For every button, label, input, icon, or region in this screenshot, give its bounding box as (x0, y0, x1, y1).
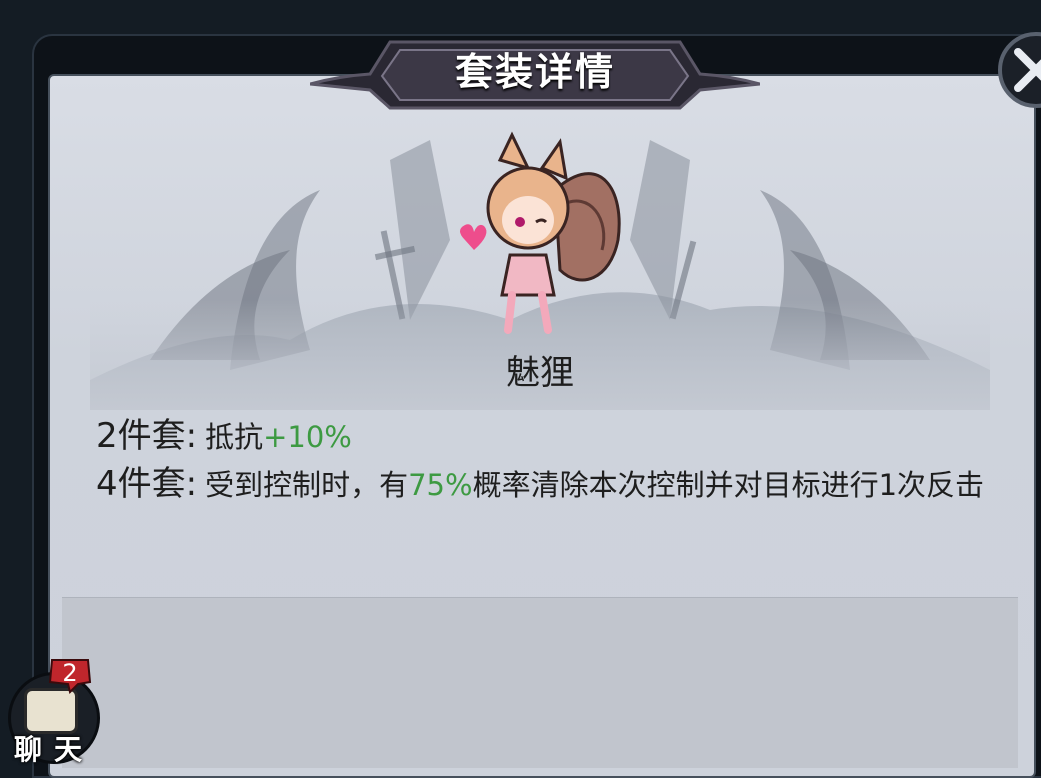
bonus-label: 4件套: (96, 464, 198, 504)
page-title: 套装详情 (454, 49, 615, 94)
bonus-desc: 受到控制时，有75%概率清除本次控制并对目标进行1次反击 (205, 468, 984, 502)
bonus-value: +10% (263, 420, 352, 454)
bonus-text-tail: 概率清除本次控制并对目标进行1次反击 (472, 468, 985, 502)
chat-label: 聊天 (14, 733, 95, 766)
chat-button[interactable]: 2 聊天 (0, 658, 110, 766)
close-button[interactable] (998, 30, 1041, 114)
close-x-icon (998, 32, 1041, 108)
bonus-label: 2件套: (96, 416, 198, 456)
set-name: 魅狸 (506, 353, 574, 393)
bonus-value: 75% (408, 468, 473, 502)
bonus-desc: 抵抗+10% (205, 420, 352, 454)
character-portrait-image (460, 131, 621, 334)
bonus-4-piece: 4件套: 受到控制时，有75%概率清除本次控制并对目标进行1次反击 (96, 460, 1016, 510)
bonus-text: 受到控制时，有 (205, 468, 409, 502)
title-banner: 套装详情 (310, 24, 760, 112)
empty-content-area (62, 597, 1018, 768)
bonus-text: 抵抗 (205, 420, 264, 454)
bonus-2-piece: 2件套: 抵抗+10% (96, 408, 352, 457)
notification-count: 2 (62, 659, 78, 687)
